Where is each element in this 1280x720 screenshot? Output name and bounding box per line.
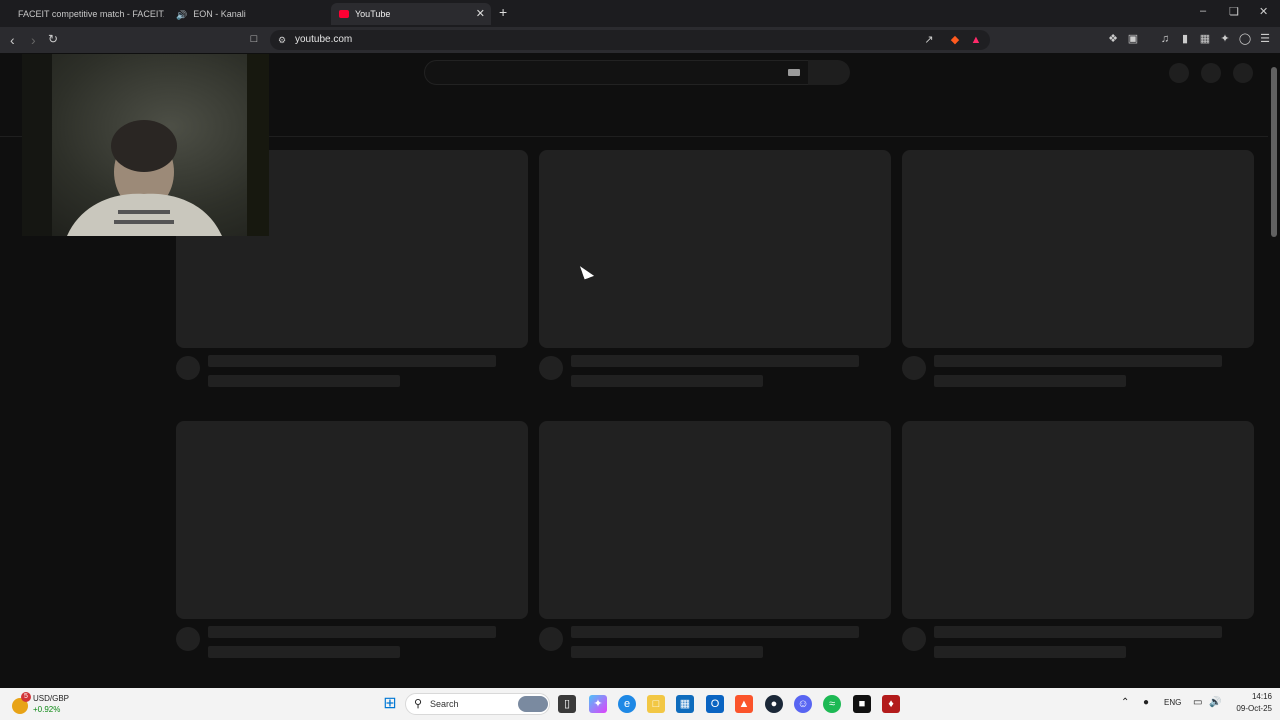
channel-avatar-skeleton	[176, 356, 200, 380]
title-skeleton	[571, 626, 859, 638]
new-tab-icon[interactable]: +	[499, 4, 507, 20]
tab-youtube[interactable]: YouTube ✕	[331, 3, 491, 25]
title-skeleton	[571, 355, 859, 367]
tab-eon-kanali[interactable]: 🔊 EON - Kanali	[168, 3, 328, 25]
address-bar[interactable]: ⚙ youtube.com ↗ ◆ ▲	[270, 30, 990, 50]
menu-icon[interactable]: ☰	[1258, 32, 1272, 46]
youtube-favicon	[339, 10, 349, 18]
widget-title: USD/GBP	[33, 694, 70, 703]
brave-icon[interactable]: ▲	[735, 695, 753, 713]
discord-icon[interactable]: ☺	[794, 695, 812, 713]
site-info-icon[interactable]: ⚙	[275, 33, 289, 47]
copilot-icon[interactable]: ✦	[589, 695, 607, 713]
create-button-placeholder[interactable]	[1169, 63, 1189, 83]
file-explorer-icon[interactable]: □	[647, 695, 665, 713]
tab-title: EON - Kanali	[193, 9, 246, 19]
title-skeleton	[208, 355, 496, 367]
minimize-icon[interactable]: –	[1200, 5, 1206, 17]
youtube-search-button[interactable]	[808, 60, 850, 85]
leo-ai-icon[interactable]: ✦	[1218, 32, 1232, 46]
channel-avatar-skeleton	[176, 627, 200, 651]
speaker-icon: 🔊	[176, 10, 188, 20]
channel-avatar-skeleton	[539, 356, 563, 380]
edge-icon[interactable]: e	[618, 695, 636, 713]
title-skeleton	[934, 626, 1222, 638]
scrollbar-thumb[interactable]	[1271, 67, 1277, 237]
bookmark-icon[interactable]: □	[247, 32, 261, 46]
meta-skeleton	[934, 375, 1126, 387]
reload-icon[interactable]: ↻	[48, 32, 58, 46]
youtube-search-input[interactable]	[424, 60, 809, 85]
share-icon[interactable]: ↗	[922, 33, 936, 47]
keyboard-icon[interactable]	[788, 69, 800, 76]
video-thumbnail-skeleton	[176, 421, 528, 619]
webcam-person-image	[22, 54, 269, 236]
windows-taskbar: 5 USD/GBP +0.92% ⊞ ⚲ Search ▯ ✦ e □ ▦ O …	[0, 688, 1280, 720]
start-icon[interactable]: ⊞	[381, 695, 399, 713]
widget-badge: 5	[21, 692, 31, 702]
meta-skeleton	[208, 646, 400, 658]
clock[interactable]: 14:16 09-Oct-25	[1228, 692, 1272, 713]
clock-time: 14:16	[1251, 692, 1272, 701]
task-view-icon[interactable]: ▯	[558, 695, 576, 713]
sidebar-icon[interactable]: ▮	[1178, 32, 1192, 46]
channel-avatar-skeleton	[902, 356, 926, 380]
back-icon[interactable]: ‹	[10, 32, 15, 48]
steam-icon[interactable]: ●	[765, 695, 783, 713]
clock-date: 09-Oct-25	[1236, 704, 1272, 713]
meta-skeleton	[934, 646, 1126, 658]
title-skeleton	[934, 355, 1222, 367]
tab-title: YouTube	[355, 9, 391, 19]
brave-shield-icon[interactable]: ◆	[948, 33, 962, 47]
search-icon: ⚲	[414, 698, 423, 710]
app-icon[interactable]: ■	[853, 695, 871, 713]
screenshot-icon[interactable]: ▣	[1126, 32, 1140, 46]
brave-rewards-icon[interactable]: ▲	[969, 33, 983, 47]
close-tab-icon[interactable]: ✕	[476, 7, 485, 20]
channel-avatar-skeleton	[902, 627, 926, 651]
media-control-icon[interactable]: ♫	[1158, 32, 1172, 46]
search-label: Search	[430, 699, 459, 709]
vpn-icon[interactable]: ◯	[1238, 32, 1252, 46]
taskbar-search[interactable]: ⚲ Search	[405, 693, 550, 715]
network-icon[interactable]: ▭	[1193, 697, 1202, 708]
microphone-icon[interactable]: ●	[1143, 697, 1149, 708]
language-indicator[interactable]: ENG	[1164, 698, 1181, 707]
account-avatar-placeholder[interactable]	[1233, 63, 1253, 83]
close-window-icon[interactable]: ✕	[1259, 5, 1268, 18]
forward-icon[interactable]: ›	[31, 32, 36, 48]
webcam-overlay	[22, 54, 269, 236]
video-thumbnail-skeleton	[539, 150, 891, 348]
maximize-icon[interactable]: ❏	[1229, 5, 1239, 18]
url-text: youtube.com	[295, 34, 353, 45]
tab-title: FACEIT competitive match - FACEIT.c	[18, 9, 164, 19]
currency-widget[interactable]: 5 USD/GBP +0.92%	[10, 692, 90, 717]
channel-avatar-skeleton	[539, 627, 563, 651]
show-hidden-icons-icon[interactable]: ⌃	[1121, 697, 1129, 708]
volume-icon[interactable]: 🔊	[1209, 697, 1221, 708]
wallet-icon[interactable]: ▦	[1198, 32, 1212, 46]
meta-skeleton	[208, 375, 400, 387]
notifications-placeholder[interactable]	[1201, 63, 1221, 83]
video-thumbnail-skeleton	[902, 421, 1254, 619]
outlook-icon[interactable]: O	[706, 695, 724, 713]
video-thumbnail-skeleton	[539, 421, 891, 619]
spotify-icon[interactable]: ≈	[823, 695, 841, 713]
page-scrollbar[interactable]	[1268, 53, 1280, 688]
browser-toolbar: ‹ › ↻ □ ⚙ youtube.com ↗ ◆ ▲ ❖ ▣ ♫ ▮ ▦ ✦ …	[0, 27, 1280, 53]
shield-app-icon[interactable]: ♦	[882, 695, 900, 713]
browser-tab-strip: FACEIT competitive match - FACEIT.c 🔊 EO…	[0, 0, 1280, 27]
video-thumbnail-skeleton	[902, 150, 1254, 348]
meta-skeleton	[571, 375, 763, 387]
meta-skeleton	[571, 646, 763, 658]
extensions-icon[interactable]: ❖	[1106, 32, 1120, 46]
store-icon[interactable]: ▦	[676, 695, 694, 713]
tab-faceit[interactable]: FACEIT competitive match - FACEIT.c	[4, 3, 164, 25]
widget-change: +0.92%	[33, 705, 61, 714]
title-skeleton	[208, 626, 496, 638]
search-highlight-icon	[518, 696, 548, 712]
